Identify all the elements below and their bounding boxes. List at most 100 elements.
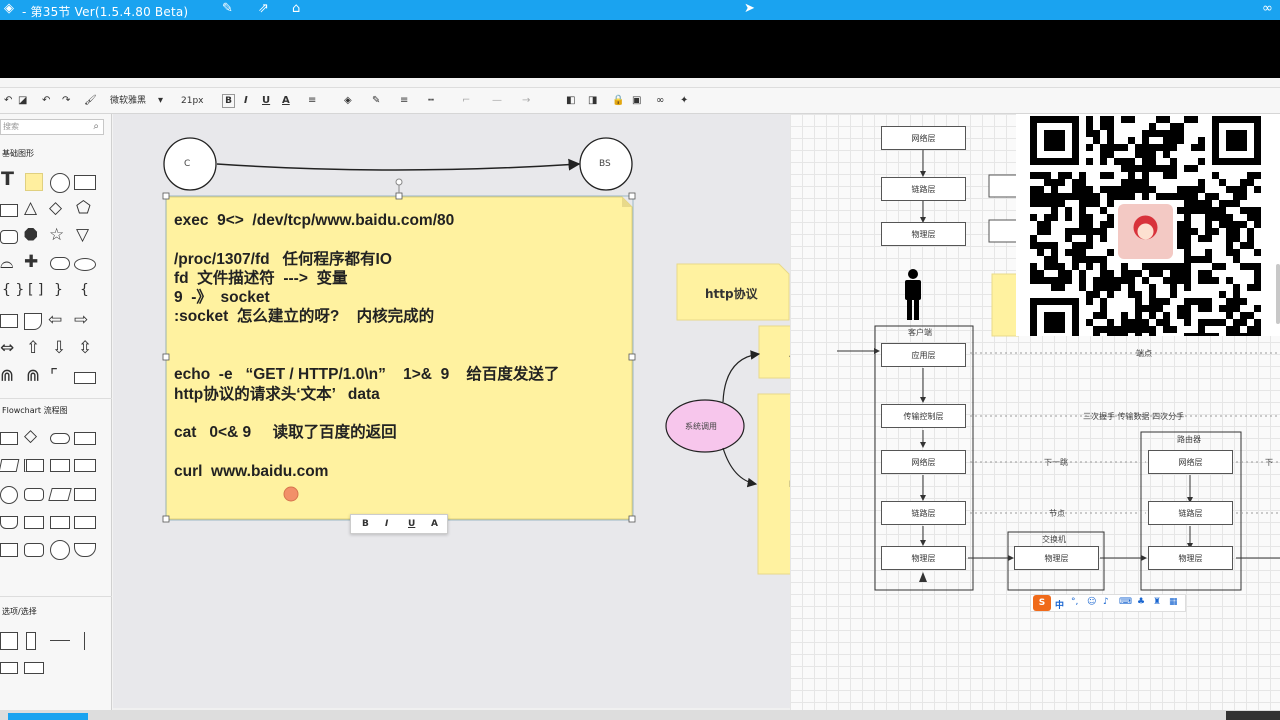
client-network-layer[interactable]: 网络层 — [881, 450, 966, 474]
vertical-scrollbar-thumb[interactable] — [1276, 264, 1280, 324]
magic-wand-icon[interactable]: ✦ — [680, 93, 688, 109]
flow-delay-icon[interactable] — [24, 488, 44, 501]
microphone-icon[interactable]: ♪ — [1103, 597, 1109, 607]
page-shape-icon[interactable] — [24, 313, 42, 330]
share-icon[interactable]: ⇗ — [258, 2, 269, 16]
network-diagram-view[interactable]: 网络层 链路层 物理层 客户端 应用层 传输控制层 网络层 链路层 物理层 端点… — [790, 114, 1280, 720]
italic-button[interactable]: I — [244, 93, 248, 109]
ellipse-shape-icon[interactable] — [74, 258, 96, 271]
client-transport-layer[interactable]: 传输控制层 — [881, 404, 966, 428]
shield-shape-icon[interactable]: ▽ — [76, 227, 89, 244]
flow-stored-data-icon[interactable] — [74, 459, 96, 472]
undo-icon[interactable]: ↶ — [42, 93, 50, 109]
punctuation-icon[interactable]: °, — [1071, 597, 1078, 607]
flow-decision-icon[interactable]: ◇ — [24, 428, 37, 445]
edit-icon[interactable]: ✎ — [222, 2, 233, 16]
line-start-icon[interactable]: — — [492, 93, 502, 109]
taskbar-active-item[interactable] — [8, 713, 88, 720]
right-sticky-note[interactable] — [991, 273, 1019, 337]
bar-shape-icon[interactable] — [74, 372, 96, 384]
lock-icon[interactable]: 🔒 — [612, 93, 624, 109]
client-physical-layer[interactable]: 物理层 — [881, 546, 966, 570]
client-app-layer[interactable]: 应用层 — [881, 343, 966, 367]
home-icon[interactable]: ⌂ — [292, 2, 300, 16]
flow-document-icon[interactable] — [74, 432, 96, 445]
sogou-logo-icon[interactable]: S — [1033, 595, 1051, 611]
flow-preparation-icon[interactable] — [74, 516, 96, 529]
rounded-rect-shape-icon[interactable] — [0, 230, 18, 244]
c-to-bs-connector[interactable] — [216, 158, 581, 171]
flow-card-icon[interactable] — [74, 488, 96, 501]
arrow-updown-shape-icon[interactable]: ⇳ — [78, 340, 92, 357]
bracket-shape-icon[interactable]: [ ] — [28, 282, 43, 299]
rotate-handle[interactable] — [395, 178, 403, 186]
top-physical-layer[interactable]: 物理层 — [881, 222, 966, 246]
flow-manual-op-icon[interactable] — [24, 516, 44, 529]
group-icon[interactable]: ▣ — [632, 93, 641, 109]
flow-data-icon[interactable] — [0, 459, 20, 472]
ime-chinese-toggle[interactable]: 中 — [1055, 598, 1064, 611]
cloud-shape-icon[interactable] — [50, 257, 70, 270]
side-box-2[interactable] — [988, 219, 1020, 243]
flow-offpage-ref-icon[interactable] — [74, 543, 96, 557]
send-back-icon[interactable]: ◨ — [588, 93, 597, 109]
font-size-select[interactable]: 21px — [181, 93, 204, 109]
note-text[interactable]: exec 9<> /dev/tcp/www.baidu.com/80 /proc… — [174, 211, 624, 481]
text-shape-icon[interactable]: T — [1, 170, 14, 189]
rect-small-shape-icon[interactable] — [0, 204, 18, 217]
flow-terminator-icon[interactable] — [50, 433, 70, 444]
search-icon[interactable]: ⌕ — [93, 121, 99, 132]
flow-manual-input-icon[interactable] — [48, 488, 72, 501]
arrow-both-shape-icon[interactable]: ⇔ — [0, 340, 14, 357]
flow-database-icon[interactable] — [24, 543, 44, 557]
flow-internal-storage-icon[interactable] — [50, 459, 70, 472]
section-more[interactable]: 选项/选择 — [2, 606, 37, 617]
switch-physical-layer[interactable]: 物理层 — [1014, 546, 1099, 570]
u-shape-2-icon[interactable]: ⋒ — [26, 368, 40, 385]
arrow-right-shape-icon[interactable]: ⇨ — [74, 312, 88, 329]
star-shape-icon[interactable]: ☆ — [49, 227, 64, 244]
brace-right-shape-icon[interactable]: } — [54, 282, 63, 299]
drawing-canvas[interactable]: C BS exec 9<> /dev/tcp/www.baidu.com/80 … — [113, 114, 790, 708]
underline-button[interactable]: U — [262, 93, 270, 109]
font-family-select[interactable]: 微软雅黑 — [110, 93, 146, 109]
client-link-layer[interactable]: 链路层 — [881, 501, 966, 525]
u-shape-icon[interactable]: ⋒ — [0, 368, 14, 385]
flow-predefined-icon[interactable] — [24, 459, 44, 472]
triangle-shape-icon[interactable]: △ — [24, 200, 37, 217]
circle-shape-icon[interactable] — [50, 173, 70, 193]
arrow-left-shape-icon[interactable]: ⇦ — [48, 312, 62, 329]
flow-off-page-icon[interactable] — [0, 543, 18, 557]
cross-shape-icon[interactable]: ✚ — [24, 254, 38, 271]
flow-tape-icon[interactable] — [0, 516, 18, 529]
vertical-line-icon[interactable] — [84, 632, 85, 650]
brace-left-shape-icon[interactable]: { } — [2, 282, 24, 299]
emoji-icon[interactable]: ☺ — [1087, 597, 1096, 607]
table-shape-icon[interactable] — [24, 662, 44, 674]
popup-underline-button[interactable]: U — [408, 519, 415, 529]
diamond-shape-icon[interactable]: ◇ — [49, 200, 62, 217]
flow-process-icon[interactable] — [0, 432, 18, 445]
kernel-note-shape[interactable] — [757, 393, 790, 575]
curly-shape-icon[interactable]: { — [80, 282, 89, 299]
container-shape-icon[interactable] — [0, 632, 18, 650]
undo-history-icon[interactable]: ↶ — [4, 93, 12, 109]
line-color-icon[interactable]: ✎ — [372, 93, 380, 109]
format-painter-icon[interactable]: 🖌 — [84, 93, 97, 109]
corner-shape-icon[interactable]: ⌜ — [50, 368, 58, 385]
connector-type-icon[interactable]: ⌐ — [462, 93, 470, 109]
rectangle-shape-icon[interactable] — [74, 175, 96, 190]
arrow-up-shape-icon[interactable]: ⇧ — [26, 340, 40, 357]
align-icon[interactable]: ≡ — [308, 93, 316, 109]
section-flowchart[interactable]: Flowchart 流程图 — [2, 405, 68, 416]
octagon-shape-icon[interactable]: ⯃ — [24, 228, 38, 245]
line-style-icon[interactable]: ┅ — [428, 93, 434, 109]
wave-shape-icon[interactable]: ⌓ — [0, 255, 13, 272]
link-icon[interactable]: ∞ — [1262, 2, 1273, 16]
row-shape-icon[interactable] — [0, 662, 18, 674]
flow-connector-icon[interactable] — [0, 486, 18, 504]
horizontal-line-icon[interactable] — [50, 640, 70, 641]
redo-icon[interactable]: ↷ — [62, 93, 70, 109]
line-end-icon[interactable]: → — [522, 93, 530, 109]
column-shape-icon[interactable] — [26, 632, 36, 650]
